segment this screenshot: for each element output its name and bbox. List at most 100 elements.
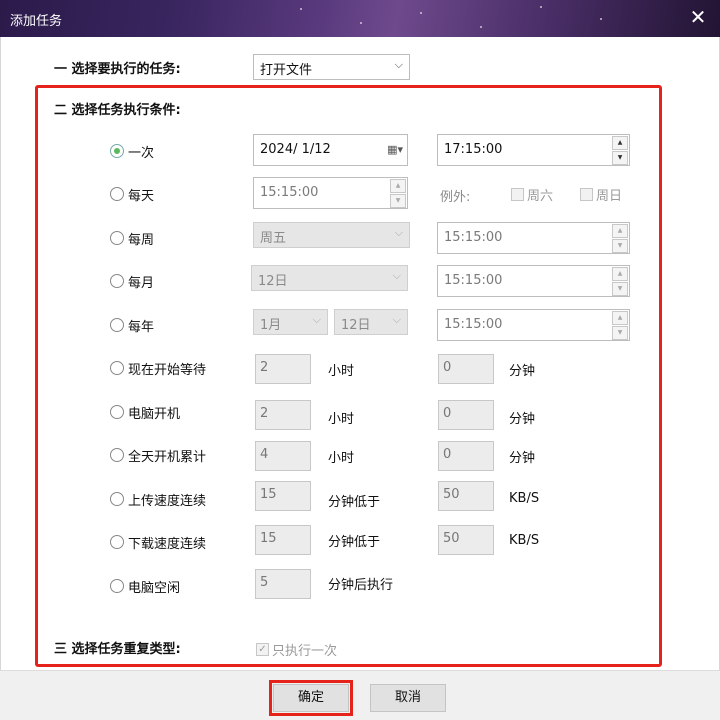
yearly-time-field[interactable]: 15:15:00 ▲ ▼ — [437, 309, 630, 341]
spin-down-icon[interactable]: ▼ — [612, 282, 628, 296]
idle-minutes-input[interactable]: 5 — [255, 569, 311, 599]
sunday-checkbox[interactable]: 周日 — [580, 185, 622, 204]
weekly-time-field[interactable]: 15:15:00 ▲ ▼ — [437, 222, 630, 254]
daily-time-spinner[interactable]: ▲ ▼ — [390, 179, 406, 208]
saturday-checkbox-box[interactable] — [511, 188, 524, 201]
radio-yearly-indicator[interactable] — [110, 318, 124, 332]
download-minutes-unit: 分钟低于 — [328, 535, 381, 550]
task-select-value: 打开文件 — [260, 63, 313, 78]
download-minutes-input[interactable]: 15 — [255, 525, 311, 555]
spin-up-icon[interactable]: ▲ — [390, 179, 406, 193]
spin-up-icon[interactable]: ▲ — [612, 224, 628, 238]
uptime-hours-unit: 小时 — [328, 451, 355, 466]
radio-download-indicator[interactable] — [110, 535, 124, 549]
once-date-picker[interactable]: 2024/ 1/12 ▦▾ — [253, 134, 408, 166]
saturday-checkbox[interactable]: 周六 — [511, 185, 553, 204]
checkmark-icon[interactable]: ✓ — [256, 643, 269, 656]
saturday-label: 周六 — [527, 189, 554, 204]
radio-once[interactable]: 一次 — [110, 141, 154, 161]
once-time-value: 17:15:00 — [444, 142, 503, 157]
upload-speed-input[interactable]: 50 — [438, 481, 494, 511]
monthly-day-value: 12日 — [258, 274, 288, 289]
once-only-label: 只执行一次 — [272, 644, 338, 659]
yearly-time-value: 15:15:00 — [444, 317, 503, 332]
spin-down-icon[interactable]: ▼ — [612, 239, 628, 253]
radio-monthly-label: 每月 — [128, 275, 155, 291]
computer-on-minutes-input[interactable]: 0 — [438, 400, 494, 430]
radio-wait-from-now[interactable]: 现在开始等待 — [110, 358, 206, 378]
radio-computer-on-label: 电脑开机 — [128, 406, 181, 422]
radio-daily-label: 每天 — [128, 188, 155, 204]
once-only-checkbox[interactable]: ✓ 只执行一次 — [256, 640, 337, 659]
monthly-day-select[interactable]: 12日 ⌵ — [251, 265, 408, 291]
radio-idle[interactable]: 电脑空闲 — [110, 576, 180, 596]
radio-once-indicator[interactable] — [110, 144, 124, 158]
radio-daily[interactable]: 每天 — [110, 184, 154, 204]
download-speed-unit: KB/S — [509, 533, 540, 548]
uptime-hours-input[interactable]: 4 — [255, 441, 311, 471]
radio-idle-indicator[interactable] — [110, 579, 124, 593]
radio-weekly-indicator[interactable] — [110, 231, 124, 245]
ok-button[interactable]: 确定 — [269, 680, 353, 716]
radio-daily-uptime-label: 全天开机累计 — [128, 449, 207, 465]
radio-computer-on-indicator[interactable] — [110, 405, 124, 419]
radio-wait-indicator[interactable] — [110, 361, 124, 375]
once-time-field[interactable]: 17:15:00 ▲ ▼ — [437, 134, 630, 166]
calendar-dropdown-icon[interactable]: ▦▾ — [387, 143, 403, 156]
wait-minutes-input[interactable]: 0 — [438, 354, 494, 384]
wait-minutes-unit: 分钟 — [509, 364, 536, 379]
dialog-footer — [0, 670, 720, 720]
radio-computer-on[interactable]: 电脑开机 — [110, 402, 180, 422]
yearly-day-select[interactable]: 12日 ⌵ — [334, 309, 408, 335]
uptime-minutes-input[interactable]: 0 — [438, 441, 494, 471]
radio-monthly[interactable]: 每月 — [110, 271, 154, 291]
weekly-day-select[interactable]: 周五 ⌵ — [253, 222, 410, 248]
monthly-time-spinner[interactable]: ▲ ▼ — [612, 267, 628, 296]
chevron-down-icon: ⌵ — [394, 58, 403, 71]
radio-upload-indicator[interactable] — [110, 492, 124, 506]
cancel-button[interactable]: 取消 — [370, 684, 446, 712]
daily-time-field[interactable]: 15:15:00 ▲ ▼ — [253, 177, 408, 209]
upload-minutes-input[interactable]: 15 — [255, 481, 311, 511]
spin-down-icon[interactable]: ▼ — [612, 326, 628, 340]
spin-up-icon[interactable]: ▲ — [612, 267, 628, 281]
monthly-time-field[interactable]: 15:15:00 ▲ ▼ — [437, 265, 630, 297]
task-select[interactable]: 打开文件 ⌵ — [253, 54, 410, 80]
spin-down-icon[interactable]: ▼ — [612, 151, 628, 165]
computer-on-hours-input[interactable]: 2 — [255, 400, 311, 430]
radio-download-speed[interactable]: 下载速度连续 — [110, 532, 206, 552]
chevron-down-icon: ⌵ — [394, 226, 403, 239]
radio-yearly-label: 每年 — [128, 319, 155, 335]
weekly-time-spinner[interactable]: ▲ ▼ — [612, 224, 628, 253]
upload-speed-unit: KB/S — [509, 491, 540, 506]
radio-monthly-indicator[interactable] — [110, 274, 124, 288]
daily-time-value: 15:15:00 — [260, 185, 319, 200]
yearly-month-value: 1月 — [260, 318, 282, 333]
radio-daily-uptime-indicator[interactable] — [110, 448, 124, 462]
chevron-down-icon: ⌵ — [392, 269, 401, 282]
sunday-checkbox-box[interactable] — [580, 188, 593, 201]
once-date-value: 2024/ 1/12 — [260, 142, 331, 157]
sunday-label: 周日 — [596, 189, 623, 204]
idle-minutes-unit: 分钟后执行 — [328, 578, 394, 593]
wait-hours-input[interactable]: 2 — [255, 354, 311, 384]
close-icon[interactable]: ✕ — [686, 6, 710, 30]
spin-up-icon[interactable]: ▲ — [612, 311, 628, 325]
radio-wait-label: 现在开始等待 — [128, 362, 207, 378]
chevron-down-icon: ⌵ — [312, 313, 321, 326]
yearly-time-spinner[interactable]: ▲ ▼ — [612, 311, 628, 340]
radio-daily-indicator[interactable] — [110, 187, 124, 201]
spin-down-icon[interactable]: ▼ — [390, 194, 406, 208]
download-speed-input[interactable]: 50 — [438, 525, 494, 555]
section1-title: 一 选择要执行的任务: — [54, 62, 181, 77]
radio-upload-speed[interactable]: 上传速度连续 — [110, 489, 206, 509]
title-bar: 添加任务 ✕ — [0, 0, 720, 37]
radio-weekly[interactable]: 每周 — [110, 228, 154, 248]
once-time-spinner[interactable]: ▲ ▼ — [612, 136, 628, 165]
radio-daily-uptime[interactable]: 全天开机累计 — [110, 445, 206, 465]
wait-hours-unit: 小时 — [328, 364, 355, 379]
spin-up-icon[interactable]: ▲ — [612, 136, 628, 150]
radio-yearly[interactable]: 每年 — [110, 315, 154, 335]
monthly-time-value: 15:15:00 — [444, 273, 503, 288]
yearly-month-select[interactable]: 1月 ⌵ — [253, 309, 328, 335]
